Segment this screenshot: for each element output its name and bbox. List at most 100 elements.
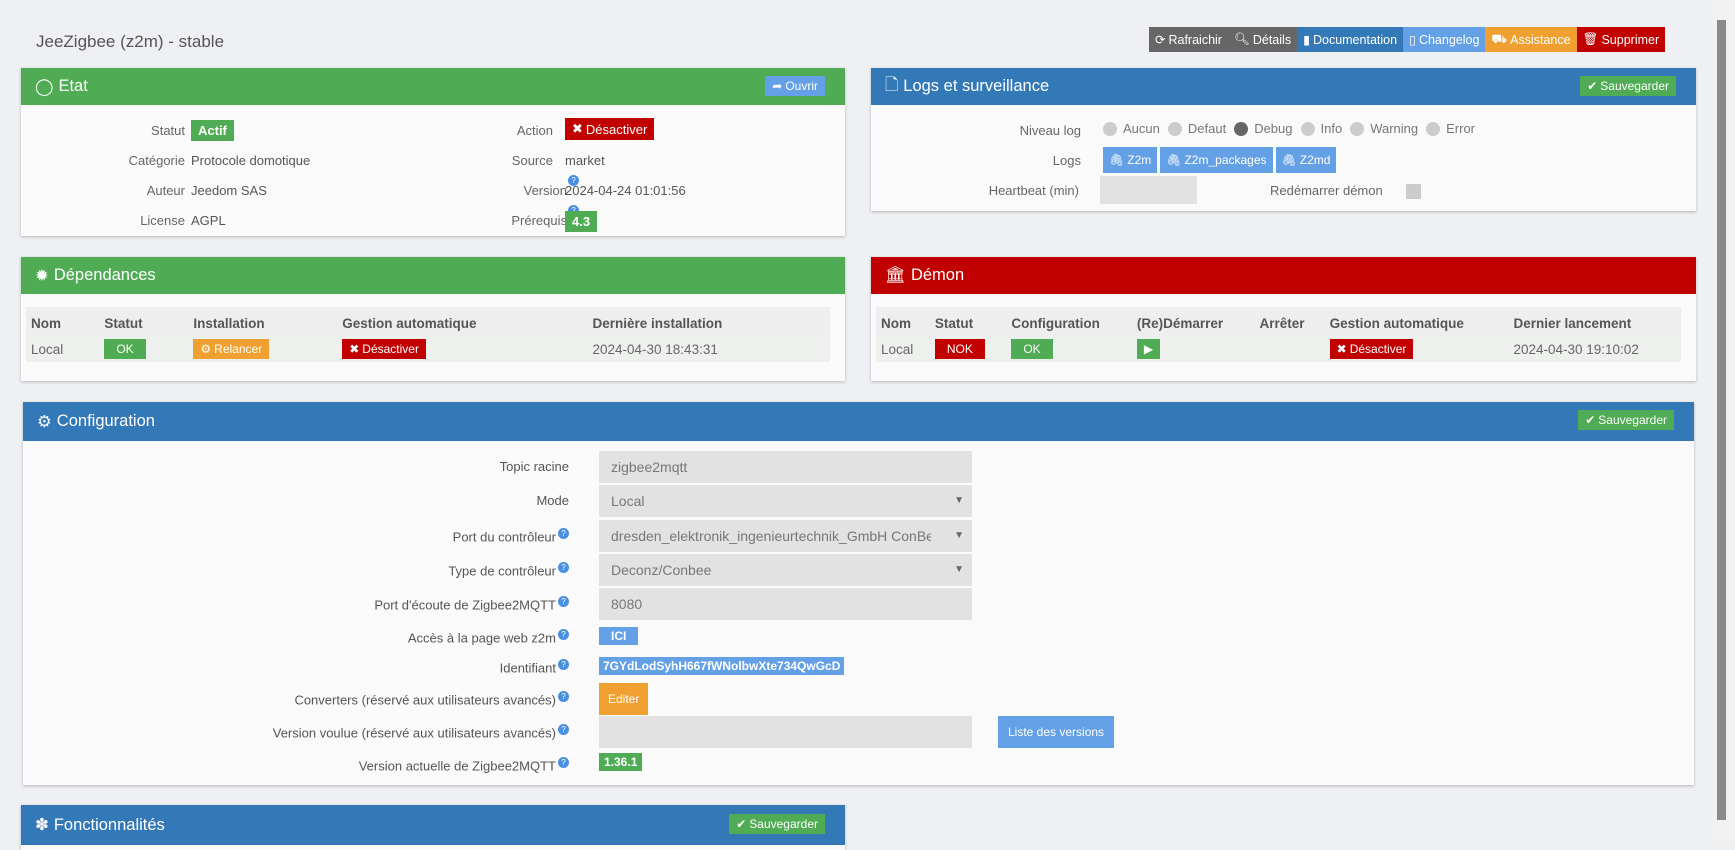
log-z2md-button[interactable]: 🖇 Z2md — [1275, 147, 1337, 173]
assistance-button[interactable]: ⛟ Assistance — [1485, 27, 1577, 52]
logs-panel: 🗋 Logs et surveillance ✔ Sauvegarder Nivea… — [871, 68, 1696, 211]
label-text: Version voulue (réservé aux utilisateurs… — [272, 725, 556, 741]
relancer-button[interactable]: ⚙ Relancer — [193, 339, 270, 359]
delete-button[interactable]: 🗑︎ Supprimer — [1576, 27, 1666, 52]
radio-debug[interactable]: Debug — [1234, 121, 1293, 136]
demon-panel: 🏛︎ Démon Nom Statut Configuration (Re)Démarr… — [871, 257, 1696, 381]
col-header: Dernière installation — [587, 307, 830, 336]
scrollbar-thumb[interactable] — [1717, 20, 1726, 820]
type-select[interactable]: Deconz/Conbee ▼ — [599, 554, 972, 586]
refresh-button[interactable]: ⟳ Rafraichir — [1149, 27, 1228, 52]
radio-aucun[interactable]: Aucun — [1103, 121, 1160, 136]
refresh-icon: ⟳ — [1155, 33, 1166, 47]
help-icon[interactable]: ? — [558, 562, 569, 573]
port-value: dresden_elektronik_ingenieurtechnik_GmbH… — [611, 528, 931, 544]
logs-label: Logs — [1052, 153, 1081, 168]
log-label: Z2m — [1127, 153, 1152, 167]
categorie-value: Protocole domotique — [191, 153, 311, 168]
config-row-converters: Converters (réservé aux utilisateurs ava… — [23, 683, 1694, 715]
demon-table: Nom Statut Configuration (Re)Démarrer Arrête… — [876, 307, 1681, 362]
mode-select[interactable]: Local ▼ — [599, 485, 972, 517]
relancer-label: Relancer — [214, 342, 263, 356]
details-button[interactable]: 🔍︎ Détails — [1227, 27, 1298, 52]
radio-error[interactable]: Error — [1426, 121, 1475, 136]
file-icon: 🗋 — [885, 75, 899, 94]
edit-converters-button[interactable]: Editer — [599, 683, 649, 715]
identifier-value: 7GYdLodSyhH667fWNolbwXte734QwGcD — [599, 657, 845, 675]
version-value: 2024-04-24 01:01:56 — [565, 183, 686, 198]
restart-checkbox[interactable] — [1406, 184, 1421, 199]
scrollbar[interactable] — [1712, 0, 1735, 845]
puzzle-icon: ✽ — [35, 816, 49, 834]
radio-warning[interactable]: Warning — [1350, 121, 1418, 136]
etat-title: Etat — [58, 77, 88, 95]
help-icon[interactable]: ? — [558, 528, 569, 539]
dep-date: 2024-04-30 18:43:31 — [587, 336, 830, 362]
dep-status-badge: OK — [104, 339, 146, 359]
start-button[interactable]: ▶ — [1136, 339, 1161, 359]
documentation-button[interactable]: ▮ Documentation — [1297, 27, 1404, 52]
radio-info[interactable]: Info — [1300, 121, 1342, 136]
license-value: AGPL — [191, 213, 226, 228]
check-circle-icon: ✔ — [1585, 413, 1596, 427]
play-icon: ▶ — [1143, 342, 1154, 356]
id-label: Identifiant? — [500, 659, 569, 675]
deactivate-label: Désactiver — [1349, 342, 1407, 356]
log-z2m-packages-button[interactable]: 🖇 Z2m_packages — [1160, 147, 1273, 173]
check-circle-icon: ✔ — [736, 817, 747, 831]
dep-deactivate-button[interactable]: ✖ Désactiver — [342, 339, 426, 359]
help-icon[interactable]: ? — [558, 757, 569, 768]
help-icon[interactable]: ? — [558, 659, 569, 670]
col-header: Nom — [26, 307, 100, 336]
page-title: JeeZigbee (z2m) - stable — [36, 32, 225, 51]
demon-deactivate-button[interactable]: ✖ Désactiver — [1329, 339, 1414, 359]
topic-input[interactable]: zigbee2mqtt — [599, 451, 972, 483]
help-icon[interactable]: ? — [558, 724, 569, 735]
statut-badge: Actif — [191, 120, 234, 141]
config-row-type: Type de contrôleur? Deconz/Conbee ▼ — [23, 554, 1694, 586]
help-icon[interactable]: ? — [558, 596, 569, 607]
auteur-value: Jeedom SAS — [191, 183, 267, 198]
changelog-button[interactable]: ▯ Changelog — [1403, 27, 1486, 52]
col-header: Configuration — [1006, 307, 1132, 336]
config-row-id: Identifiant? 7GYdLodSyhH667fWNolbwXte734Q… — [23, 651, 1694, 683]
list-versions-button[interactable]: Liste des versions — [998, 716, 1115, 748]
license-label: License — [140, 213, 185, 228]
port-select[interactable]: dresden_elektronik_ingenieurtechnik_GmbH… — [599, 520, 972, 552]
open-button[interactable]: ➦ Ouvrir — [765, 76, 825, 96]
deactivate-button[interactable]: ✖ Désactiver — [565, 118, 655, 140]
help-icon[interactable]: ? — [558, 691, 569, 702]
paperclip-icon: 🖇 — [1166, 153, 1182, 167]
heartbeat-input[interactable] — [1100, 176, 1197, 204]
fonct-save-button[interactable]: ✔ Sauvegarder — [729, 814, 825, 834]
share-icon: ➦ — [772, 79, 783, 93]
config-row-listen: Port d'écoute de Zigbee2MQTT? 8080 — [23, 588, 1694, 620]
version-label: Version — [523, 183, 567, 198]
listen-port-input[interactable]: 8080 — [599, 588, 972, 620]
save-label: Sauvegarder — [1598, 413, 1667, 427]
config-row-topic: Topic racine zigbee2mqtt — [23, 451, 1694, 483]
demon-config-badge: OK — [1011, 339, 1053, 359]
mode-label: Mode — [536, 493, 569, 508]
categorie-label: Catégorie — [128, 153, 185, 168]
web-link-button[interactable]: ICI — [599, 627, 639, 645]
topic-label: Topic racine — [499, 459, 569, 474]
wanted-version-input[interactable] — [599, 716, 972, 748]
source-value: market — [565, 153, 605, 168]
log-z2m-button[interactable]: 🖇 Z2m — [1103, 147, 1158, 173]
x-icon: ✖ — [572, 121, 583, 136]
radio-label: Defaut — [1187, 121, 1227, 136]
config-row-port: Port du contrôleur? dresden_elektronik_in… — [23, 520, 1694, 552]
radio-label: Warning — [1370, 121, 1419, 136]
refresh-label: Rafraichir — [1168, 32, 1222, 47]
prereq-label: Prérequis — [511, 213, 567, 228]
label-text: Converters (réservé aux utilisateurs ava… — [294, 692, 556, 708]
demon-status-badge: NOK — [934, 339, 985, 359]
logs-save-button[interactable]: ✔ Sauvegarder — [1580, 76, 1676, 96]
source-label: Source — [511, 153, 553, 168]
demon-name: Local — [876, 336, 930, 362]
label-text: Version actuelle de Zigbee2MQTT — [358, 758, 556, 774]
radio-defaut[interactable]: Defaut — [1167, 121, 1227, 136]
config-save-button[interactable]: ✔ Sauvegarder — [1578, 410, 1674, 430]
help-icon[interactable]: ? — [558, 629, 569, 640]
